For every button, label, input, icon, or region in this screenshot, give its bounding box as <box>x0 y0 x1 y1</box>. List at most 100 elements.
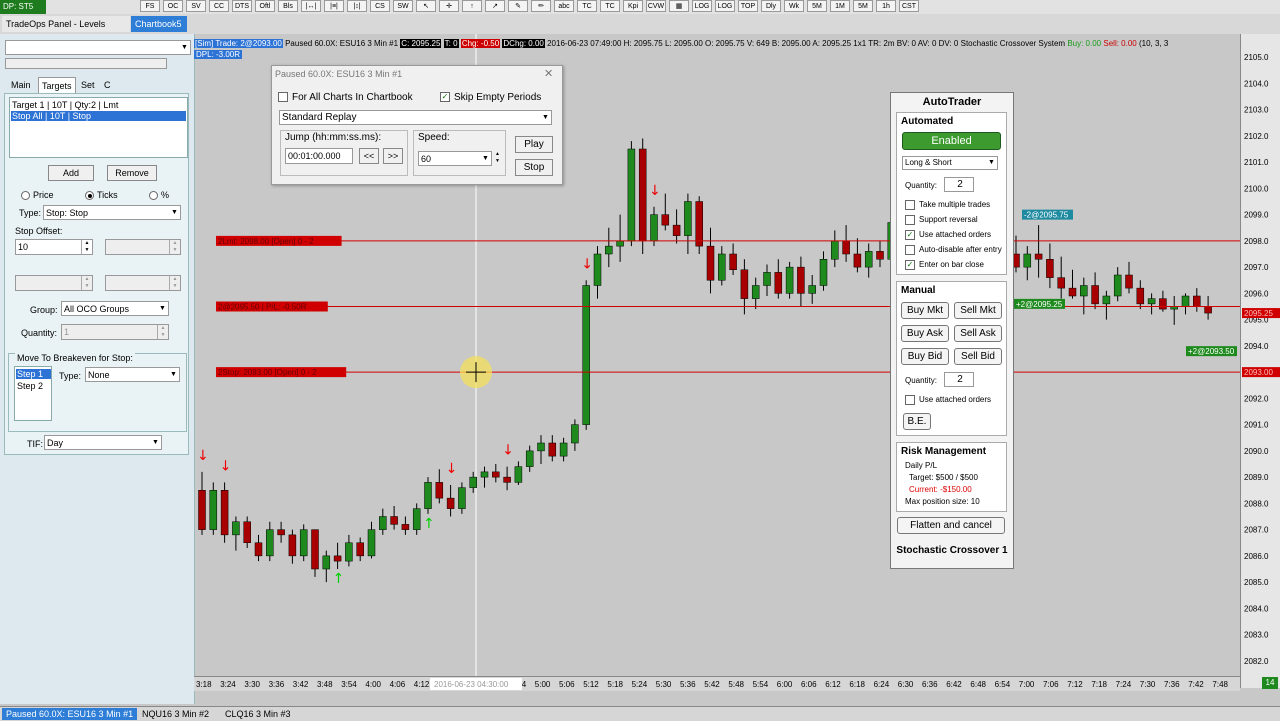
toolbar-button-21[interactable]: Kpi <box>623 0 643 12</box>
toolbar-button-1[interactable]: OC <box>163 0 183 12</box>
replay-dialog: Paused 60.0X: ESU16 3 Min #1 ✕ For All C… <box>271 65 563 185</box>
toolbar-button-30[interactable]: 1M <box>830 0 850 12</box>
buy-ask-button[interactable]: Buy Ask <box>901 325 949 342</box>
manual-attached-checkbox[interactable]: Use attached orders <box>905 395 991 405</box>
list-item[interactable]: Step 2 <box>17 381 43 391</box>
tif-select[interactable]: Day ▼ <box>44 435 162 450</box>
toolbar-button-20[interactable]: TC <box>600 0 620 12</box>
list-item-selected[interactable]: Step 1 <box>16 369 51 379</box>
replay-mode-select[interactable]: Standard Replay ▼ <box>279 110 552 125</box>
play-button[interactable]: Play <box>515 136 553 153</box>
toolbar-button-15[interactable]: ↗ <box>485 0 505 12</box>
subtab-set[interactable]: Set <box>81 80 95 90</box>
candle-body <box>831 240 839 260</box>
toolbar-button-24[interactable]: LOG <box>692 0 712 12</box>
tab-chartbook[interactable]: Chartbook5 <box>131 16 187 32</box>
radio-percent[interactable]: % <box>149 190 169 201</box>
toolbar-button-10[interactable]: CS <box>370 0 390 12</box>
radio-price[interactable]: Price <box>21 190 54 201</box>
candle-body <box>571 424 579 444</box>
candle-body <box>288 534 297 557</box>
toolbar-button-11[interactable]: SW <box>393 0 413 12</box>
breakeven-button[interactable]: B.E. <box>903 413 931 430</box>
toolbar-button-28[interactable]: Wk <box>784 0 804 12</box>
toolbar-button-19[interactable]: TC <box>577 0 597 12</box>
jump-time-input[interactable]: 00:01:00.000 <box>285 148 353 164</box>
jump-forward-button[interactable]: >> <box>383 148 403 164</box>
be-type-select[interactable]: None ▼ <box>85 367 180 382</box>
direction-select[interactable]: Long & Short ▼ <box>902 156 998 170</box>
stop-button[interactable]: Stop <box>515 159 553 176</box>
enabled-toggle-button[interactable]: Enabled <box>902 132 1001 150</box>
toolbar-button-16[interactable]: ✎ <box>508 0 528 12</box>
toolbar-button-6[interactable]: Bls <box>278 0 298 12</box>
speed-select[interactable]: 60 ▼ <box>418 151 492 166</box>
support-reversal-checkbox[interactable]: Support reversal <box>905 215 978 225</box>
sell-ask-button[interactable]: Sell Ask <box>954 325 1002 342</box>
toolbar-button-9[interactable]: |↕| <box>347 0 367 12</box>
subtab-targets[interactable]: Targets <box>38 77 76 94</box>
subtab-c[interactable]: C <box>104 80 111 90</box>
toolbar-button-13[interactable]: ✛ <box>439 0 459 12</box>
oco-group-select[interactable]: All OCO Groups ▼ <box>61 301 169 316</box>
toolbar-button-33[interactable]: CST <box>899 0 919 12</box>
chart-tab-3[interactable]: CLQ16 3 Min #3 <box>221 708 295 720</box>
toolbar-button-3[interactable]: CC <box>209 0 229 12</box>
toolbar-button-14[interactable]: ↑ <box>462 0 482 12</box>
manual-quantity-input[interactable]: 2 <box>944 372 974 387</box>
candle-body <box>864 251 873 268</box>
toolbar-button-23[interactable]: ▦ <box>669 0 689 12</box>
stop-type-select[interactable]: Stop: Stop ▼ <box>43 205 181 220</box>
buy-bid-button[interactable]: Buy Bid <box>901 348 949 365</box>
toolbar-button-29[interactable]: 5M <box>807 0 827 12</box>
account-select[interactable]: ▼ <box>5 40 191 55</box>
toolbar-button-12[interactable]: ↖ <box>416 0 436 12</box>
stop-offset-input[interactable]: 10 ▲ ▼ <box>15 239 93 255</box>
toolbar-button-26[interactable]: TOP <box>738 0 758 12</box>
sell-market-button[interactable]: Sell Mkt <box>954 302 1002 319</box>
toolbar-button-31[interactable]: 5M <box>853 0 873 12</box>
spinner-icon[interactable]: ▲ ▼ <box>81 240 92 254</box>
toolbar-button-25[interactable]: LOG <box>715 0 735 12</box>
toolbar-button-32[interactable]: 1h <box>876 0 896 12</box>
toolbar-button-5[interactable]: Oftl <box>255 0 275 12</box>
use-attached-checkbox[interactable]: ✓ Use attached orders <box>905 230 991 240</box>
price-tick-label: 2103.0 <box>1244 106 1269 115</box>
toolbar-button-8[interactable]: |≡| <box>324 0 344 12</box>
toolbar-button-17[interactable]: ✏ <box>531 0 551 12</box>
toolbar-button-7[interactable]: |↔| <box>301 0 321 12</box>
toolbar-button-0[interactable]: FS <box>140 0 160 12</box>
toolbar-button-18[interactable]: abc <box>554 0 574 12</box>
skip-empty-checkbox[interactable]: ✓ Skip Empty Periods <box>440 92 541 103</box>
time-tick-label: 6:18 <box>849 680 865 689</box>
auto-quantity-input[interactable]: 2 <box>944 177 974 192</box>
sell-bid-button[interactable]: Sell Bid <box>954 348 1002 365</box>
speed-spinner-icon[interactable]: ▲ ▼ <box>495 151 500 165</box>
bar-close-checkbox[interactable]: ✓ Enter on bar close <box>905 260 984 270</box>
radio-ticks[interactable]: Ticks <box>85 190 118 201</box>
take-multiple-checkbox[interactable]: Take multiple trades <box>905 200 990 210</box>
buy-market-button[interactable]: Buy Mkt <box>901 302 949 319</box>
chart-tab-2[interactable]: NQU16 3 Min #2 <box>138 708 213 720</box>
add-target-button[interactable]: Add <box>48 165 94 181</box>
tab-tradeops-panel[interactable]: TradeOps Panel - Levels Issue <box>2 16 130 45</box>
list-item-selected[interactable]: Stop All | 10T | Stop <box>11 111 186 121</box>
buy-value: Buy: 0.00 <box>1067 39 1102 48</box>
breakeven-steps-list[interactable]: Step 1 Step 2 <box>14 366 52 421</box>
chart-tab-1[interactable]: Paused 60.0X: ESU16 3 Min #1 <box>2 708 138 720</box>
targets-tab-content: Target 1 | 10T | Qty:2 | Lmt Stop All | … <box>4 93 189 455</box>
auto-disable-checkbox[interactable]: Auto-disable after entry <box>905 245 1002 255</box>
close-icon[interactable]: ✕ <box>544 67 553 80</box>
toolbar-button-2[interactable]: SV <box>186 0 206 12</box>
candle-body <box>627 148 636 242</box>
jump-back-button[interactable]: << <box>359 148 379 164</box>
remove-target-button[interactable]: Remove <box>107 165 157 181</box>
targets-list[interactable]: Target 1 | 10T | Qty:2 | Lmt Stop All | … <box>9 97 188 158</box>
subtab-main[interactable]: Main <box>11 80 31 90</box>
flatten-cancel-button[interactable]: Flatten and cancel <box>897 517 1005 534</box>
toolbar-button-27[interactable]: Dly <box>761 0 781 12</box>
list-item[interactable]: Target 1 | 10T | Qty:2 | Lmt <box>12 100 118 110</box>
toolbar-button-22[interactable]: CVW <box>646 0 666 12</box>
toolbar-button-4[interactable]: DTS <box>232 0 252 12</box>
all-charts-checkbox[interactable]: For All Charts In Chartbook <box>278 92 413 103</box>
